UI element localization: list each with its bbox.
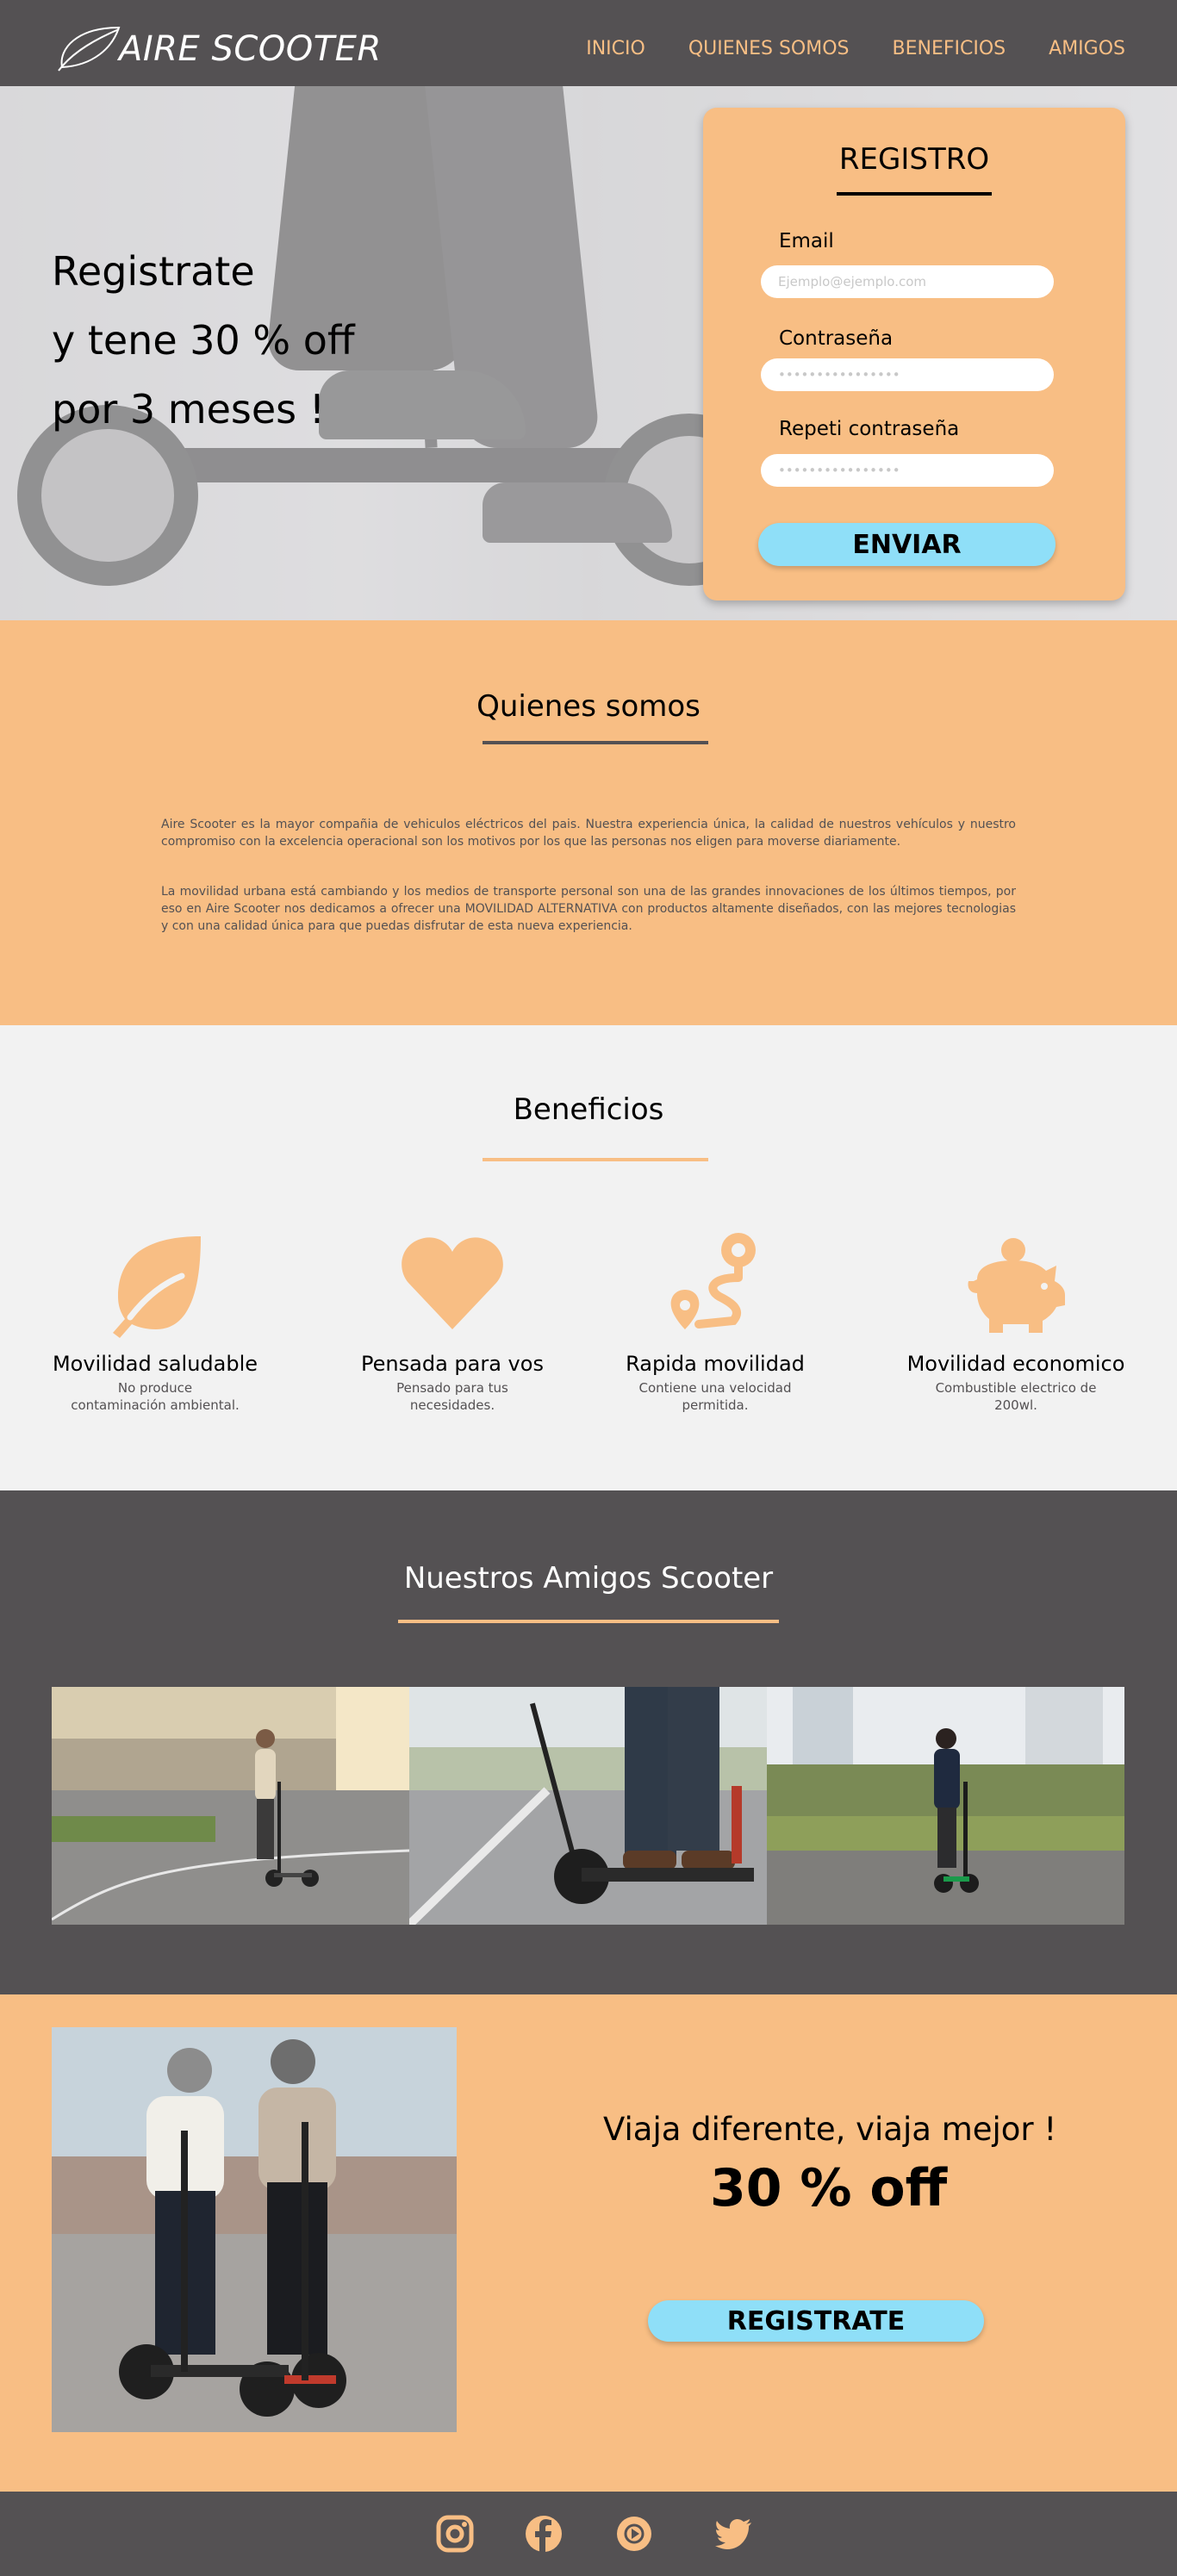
benefit-card: Pensada para vos Pensado para tus necesi… [340, 1228, 564, 1414]
password-label: Contraseña [779, 327, 894, 350]
benefit-card: Movilidad saludable No produce contamina… [43, 1228, 267, 1414]
hero-line-1: Registrate [52, 248, 255, 295]
logo[interactable]: AIRE SCOOTER [52, 22, 382, 76]
quienes-underline [483, 741, 708, 744]
leaf-logo-icon [58, 26, 121, 72]
quienes-paragraph-2: La movilidad urbana está cambiando y los… [161, 885, 1016, 933]
nav-beneficios[interactable]: BENEFICIOS [893, 38, 1006, 59]
friend-photo-2 [409, 1687, 767, 1925]
quienes-paragraph-1: Aire Scooter es la mayor compañia de veh… [161, 818, 1016, 849]
beneficios-section: Beneficios Movilidad saludable No produc… [0, 1025, 1177, 1490]
password-field[interactable] [761, 358, 1054, 391]
register-cta-button[interactable]: REGISTRATE [648, 2300, 984, 2342]
beneficios-title: Beneficios [513, 1092, 664, 1127]
hero-line-2: y tene 30 % off [52, 317, 355, 364]
leaf-icon [113, 1236, 201, 1338]
nav-quienes-somos[interactable]: QUIENES SOMOS [688, 38, 850, 59]
hero-section: Registrate y tene 30 % off por 3 meses !… [0, 0, 1177, 620]
send-button[interactable]: ENVIAR [758, 523, 1056, 566]
benefit-description: No produce contaminación ambiental. [71, 1380, 240, 1413]
main-menu: INICIO QUIENES SOMOS BENEFICIOS AMIGOS [586, 38, 1125, 59]
instagram-icon[interactable] [436, 2515, 474, 2553]
quienes-title: Quienes somos [476, 689, 701, 724]
amigos-section: Nuestros Amigos Scooter [0, 1490, 1177, 1994]
footer [0, 2492, 1177, 2576]
beneficios-underline [483, 1158, 708, 1161]
top-navbar: AIRE SCOOTER INICIO QUIENES SOMOS BENEFI… [0, 0, 1177, 86]
title-underline [837, 192, 992, 196]
repeat-password-field[interactable] [761, 454, 1054, 487]
route-icon [670, 1233, 756, 1329]
friend-photo-1 [52, 1687, 409, 1925]
piggy-bank-icon [968, 1238, 1065, 1333]
hero-line-3: por 3 meses ! [52, 386, 326, 432]
promo-subtitle: Viaja diferente, viaja mejor ! [603, 2111, 1057, 2148]
logo-text: AIRE SCOOTER [119, 29, 382, 69]
youtube-icon[interactable] [615, 2515, 653, 2553]
email-label: Email [779, 230, 834, 252]
nav-amigos[interactable]: AMIGOS [1049, 38, 1125, 59]
promo-section: Viaja diferente, viaja mejor ! 30 % off … [0, 1994, 1177, 2492]
heart-icon [402, 1237, 503, 1329]
amigos-underline [398, 1620, 779, 1623]
couple-scooters-photo [52, 2027, 457, 2432]
benefit-title: Rapida movilidad [626, 1352, 805, 1376]
benefit-card: Movilidad economico Combustible electric… [904, 1228, 1128, 1414]
hero-headline: Registrate y tene 30 % off por 3 meses ! [52, 237, 355, 444]
promo-discount: 30 % off [710, 2158, 948, 2218]
repeat-password-label: Repeti contraseña [779, 418, 960, 440]
benefit-title: Movilidad saludable [52, 1352, 258, 1376]
email-field[interactable] [761, 265, 1054, 298]
facebook-icon[interactable] [525, 2515, 563, 2553]
benefit-card: Rapida movilidad Contiene una velocidad … [603, 1228, 827, 1414]
registration-form: REGISTRO Email Contraseña Repeti contras… [703, 108, 1125, 600]
twitter-icon[interactable] [715, 2515, 753, 2553]
benefit-description: Contiene una velocidad permitida. [638, 1380, 792, 1413]
amigos-title: Nuestros Amigos Scooter [403, 1561, 774, 1596]
nav-inicio[interactable]: INICIO [586, 38, 645, 59]
benefit-title: Pensada para vos [361, 1352, 544, 1376]
quienes-somos-section: Quienes somos Aire Scooter es la mayor c… [0, 620, 1177, 1025]
benefit-title: Movilidad economico [906, 1352, 1125, 1376]
benefit-description: Combustible electrico de 200wl. [935, 1380, 1097, 1413]
benefit-description: Pensado para tus necesidades. [396, 1380, 508, 1413]
registration-title: REGISTRO [838, 142, 990, 177]
friend-photo-3 [767, 1687, 1124, 1925]
